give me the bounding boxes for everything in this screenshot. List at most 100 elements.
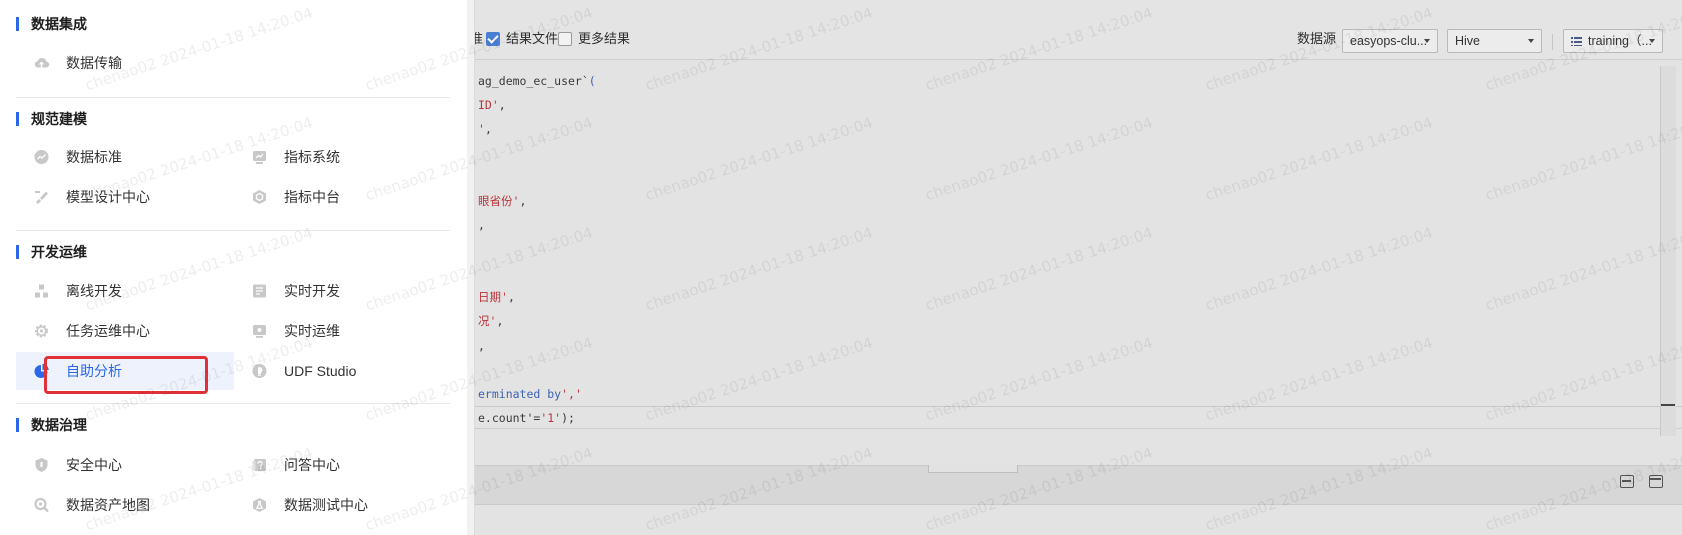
section-divider (16, 403, 450, 404)
panel-resize-handle[interactable] (928, 465, 1018, 473)
maximize-panel-icon[interactable] (1649, 475, 1663, 488)
monitor-icon (251, 323, 268, 339)
flask-icon (251, 497, 268, 513)
hexagon-icon (251, 189, 268, 205)
trend-circle-icon (33, 149, 50, 165)
menu-item-label: 离线开发 (66, 283, 122, 299)
more-results-label: 更多结果 (578, 31, 631, 46)
code-token: 日期' (478, 290, 508, 304)
section-marker (16, 418, 19, 432)
code-line: ', (478, 122, 492, 136)
code-token: e.count' (478, 411, 534, 425)
list-icon (1571, 37, 1582, 46)
code-token: ); (561, 411, 575, 425)
menu-item-label: 数据资产地图 (66, 497, 150, 513)
cloud-upload-icon (33, 55, 50, 71)
bulb-icon (251, 363, 268, 379)
menu-item-realtime-dev[interactable]: 实时开发 (234, 272, 452, 310)
menu-item-data-asset-map[interactable]: 数据资产地图 (16, 486, 234, 524)
qa-board-icon (251, 457, 268, 473)
section-title: 数据集成 (31, 16, 87, 32)
toolbar-divider (1552, 34, 1553, 50)
result-file-label: 结果文件 (506, 31, 559, 46)
menu-item-metric-platform[interactable]: 指标中台 (234, 178, 452, 216)
scrollbar-thumb[interactable] (1661, 404, 1675, 406)
code-line: ID', (478, 98, 506, 112)
current-line-bottom-border (470, 428, 1682, 429)
code-token: ' (478, 122, 485, 136)
hierarchy-icon (33, 283, 50, 299)
more-results-checkbox[interactable] (558, 32, 572, 46)
menu-item-label: 数据传输 (66, 55, 122, 71)
chevron-down-icon (1528, 39, 1534, 43)
menu-item-label: 任务运维中心 (66, 323, 150, 339)
code-line: ag_demo_ec_user`( (478, 74, 596, 88)
code-token: , (498, 98, 506, 112)
code-token: '1' (540, 411, 562, 425)
menu-item-label: 数据测试中心 (284, 497, 368, 513)
menu-item-data-transfer[interactable]: 数据传输 (16, 44, 234, 82)
menu-item-task-ops-center[interactable]: 任务运维中心 (16, 312, 234, 350)
code-line: e.count'='1'); (478, 411, 575, 425)
menu-item-data-standard[interactable]: 数据标准 (16, 138, 234, 176)
section-divider (16, 97, 450, 98)
datasource-select[interactable]: easyops-clu... (1342, 29, 1438, 53)
result-panel-header (470, 465, 1682, 505)
gear-icon (33, 323, 50, 339)
section-marker (16, 112, 19, 126)
code-line: , (478, 218, 485, 232)
menu-item-label: UDF Studio (284, 363, 357, 379)
menu-item-data-testing-center[interactable]: 数据测试中心 (234, 486, 452, 524)
code-token: , (519, 194, 527, 208)
menu-item-label: 安全中心 (66, 457, 122, 473)
section-marker (16, 245, 19, 259)
database-select[interactable]: training（... (1563, 29, 1663, 53)
sql-editor-area: 准 结果文件 更多结果 数据源 easyops-clu... Hive trai… (470, 0, 1682, 535)
current-line-top-border (470, 406, 1682, 407)
minimize-panel-icon[interactable] (1620, 475, 1634, 488)
brush-icon (33, 189, 50, 205)
menu-item-model-design-center[interactable]: 模型设计中心 (16, 178, 234, 216)
code-token: erminated by (478, 387, 562, 401)
code-token: ',' (561, 387, 582, 401)
menu-item-label: 数据标准 (66, 149, 122, 165)
menu-item-realtime-ops[interactable]: 实时运维 (234, 312, 452, 350)
menu-item-label: 模型设计中心 (66, 189, 150, 205)
section-divider (16, 230, 450, 231)
datasource-label: 数据源 (1297, 31, 1337, 46)
datasource-value: easyops-clu... (1350, 34, 1428, 48)
menu-item-udf-studio[interactable]: UDF Studio (234, 352, 452, 390)
menu-item-offline-dev[interactable]: 离线开发 (16, 272, 234, 310)
menu-item-security-center[interactable]: 安全中心 (16, 446, 234, 484)
code-line: 日期', (478, 290, 515, 304)
code-line: , (478, 339, 485, 353)
code-token: 眼省份' (478, 194, 520, 208)
code-line: erminated by',' (478, 387, 582, 401)
engine-select[interactable]: Hive (1447, 29, 1542, 53)
result-file-checkbox[interactable] (486, 32, 500, 46)
editor-scrollbar[interactable] (1660, 66, 1676, 436)
section-title: 数据治理 (31, 417, 87, 433)
shield-icon (33, 457, 50, 473)
list-board-icon (251, 283, 268, 299)
code-token: , (478, 339, 485, 353)
code-line: 眼省份', (478, 194, 526, 208)
editor-toolbar: 准 结果文件 更多结果 数据源 easyops-clu... Hive trai… (470, 0, 1682, 60)
code-token: , (484, 122, 492, 136)
engine-value: Hive (1455, 34, 1481, 48)
product-menu-panel: 数据集成 数据传输 规范建模 数据标准 指标系统 模型设计中心 指标中台 开发运… (0, 0, 467, 535)
search-icon (33, 497, 50, 513)
chart-board-icon (251, 149, 268, 165)
code-line: 况', (478, 314, 503, 328)
chevron-down-icon (1649, 39, 1655, 43)
code-token: ag_demo_ec_user` (478, 74, 589, 88)
annotation-highlight-box (44, 356, 208, 394)
menu-item-qa-center[interactable]: 问答中心 (234, 446, 452, 484)
code-token: 况' (478, 314, 497, 328)
section-title: 规范建模 (31, 111, 87, 127)
chevron-down-icon (1424, 39, 1430, 43)
code-token: ID' (478, 98, 499, 112)
menu-item-metric-system[interactable]: 指标系统 (234, 138, 452, 176)
menu-item-label: 指标系统 (284, 149, 340, 165)
code-token: , (496, 314, 504, 328)
